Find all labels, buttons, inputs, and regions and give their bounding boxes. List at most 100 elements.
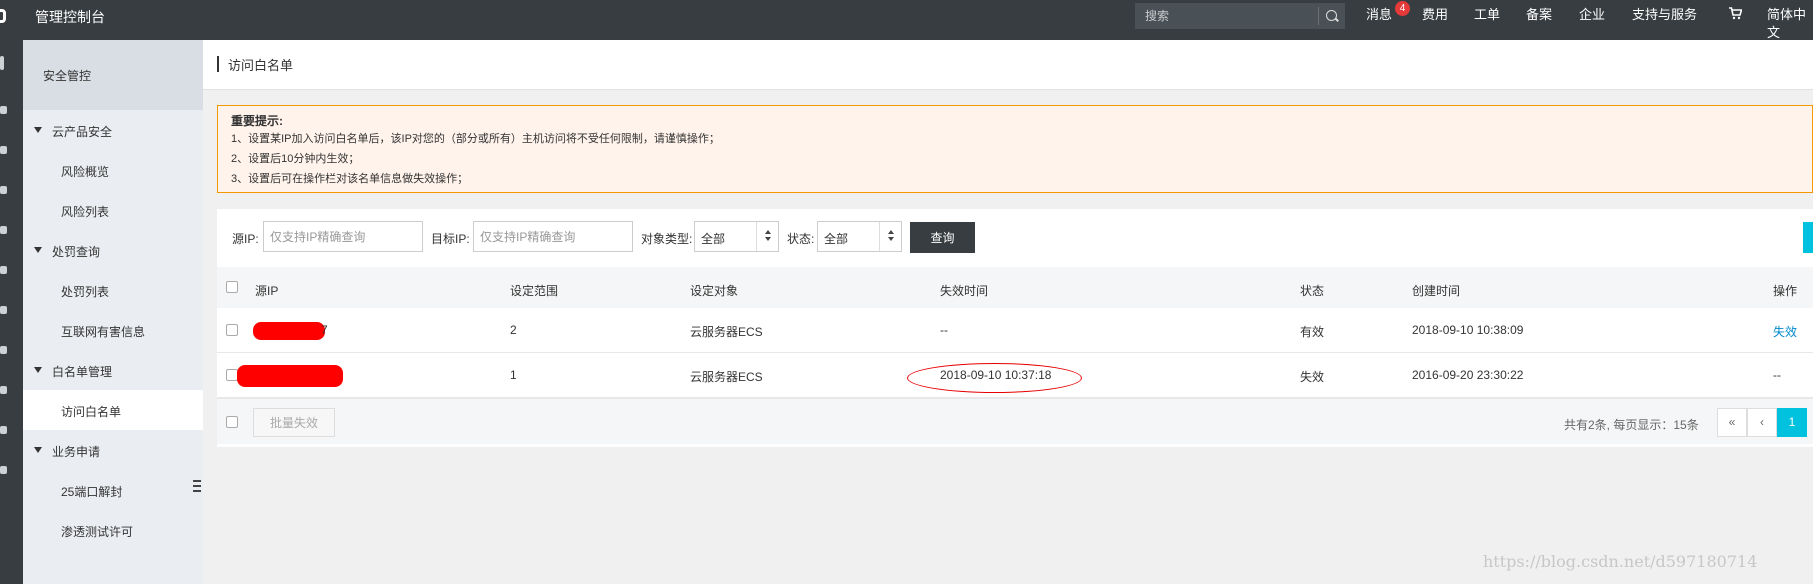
column-header[interactable]: 创建时间: [1412, 282, 1460, 299]
sidebar-item-label: 处罚列表: [61, 285, 110, 299]
sidebar-group-cloud-security[interactable]: 云产品安全: [23, 110, 203, 150]
nav-enterprise[interactable]: 企业: [1579, 6, 1605, 24]
sidebar-group-label: 云产品安全: [52, 125, 113, 139]
circle-icon[interactable]: [0, 466, 7, 474]
first-page-button[interactable]: «: [1717, 408, 1747, 437]
target-cell: 云服务器ECS: [690, 370, 763, 384]
cloud-icon[interactable]: [0, 186, 7, 194]
target-cell: 云服务器ECS: [690, 325, 763, 339]
query-button[interactable]: 查询: [910, 222, 975, 253]
notice-line: 3、设置后可在操作栏对该名单信息做失效操作；: [231, 173, 469, 185]
sidebar-item-access-whitelist[interactable]: 访问白名单: [23, 390, 203, 430]
caret-down-icon: [34, 247, 42, 253]
sidebar-item-label: 访问白名单: [61, 405, 122, 419]
sidebar-collapse-handle[interactable]: [190, 471, 203, 501]
select-value: 全部: [824, 232, 849, 246]
sidebar-item-risk-list[interactable]: 风险列表: [23, 190, 203, 230]
caret-down-icon: [34, 367, 42, 373]
watermark: https://blog.csdn.net/d597180714: [1483, 552, 1758, 571]
whitelist-panel: 源IP: 目标IP: 对象类型: 全部 状态: 全部 查询 源IP 设定范围 设…: [217, 209, 1813, 447]
sidebar-item-label: 互联网有害信息: [61, 325, 146, 339]
redaction-mark: [253, 322, 325, 340]
nav-support[interactable]: 支持与服务: [1632, 6, 1697, 24]
batch-invalidate-button: 批量失效: [253, 408, 335, 437]
target-ip-input[interactable]: [473, 221, 633, 252]
page-title: 访问白名单: [228, 58, 294, 73]
search-divider: [1318, 7, 1319, 25]
select-arrows-icon: [756, 222, 778, 251]
action-cell: --: [1773, 368, 1781, 382]
select-arrows-icon: [879, 222, 901, 251]
object-type-select[interactable]: 全部: [694, 221, 779, 252]
logo-icon[interactable]: [0, 9, 6, 23]
sidebar-group-whitelist[interactable]: 白名单管理: [23, 350, 203, 390]
sidebar-item-risk-overview[interactable]: 风险概览: [23, 150, 203, 190]
node-icon[interactable]: [0, 306, 7, 314]
top-nav-bar: 管理控制台 消息 4 费用 工单 备案 企业 支持与服务 简体中文: [0, 0, 1813, 40]
share-icon[interactable]: [0, 266, 7, 274]
circle-icon[interactable]: [0, 426, 7, 434]
globe-icon[interactable]: [0, 346, 7, 354]
expire-time-cell: --: [940, 323, 948, 337]
column-header[interactable]: 状态: [1300, 282, 1324, 299]
grid-icon[interactable]: [0, 106, 7, 114]
sidebar-group-penalty-query[interactable]: 处罚查询: [23, 230, 203, 270]
sidebar-item-port25-unblock[interactable]: 25端口解封: [23, 470, 203, 510]
target-ip-label: 目标IP:: [431, 232, 470, 246]
status-cell: 有效: [1300, 325, 1325, 339]
search-input[interactable]: [1135, 3, 1318, 29]
search-icon[interactable]: [1326, 10, 1337, 21]
footer-select-all-checkbox[interactable]: [226, 416, 238, 428]
menu-icon[interactable]: [0, 56, 4, 70]
sidebar-item-harmful-info[interactable]: 互联网有害信息: [23, 310, 203, 350]
status-label: 状态:: [787, 232, 815, 246]
scope-cell: 2: [510, 323, 517, 337]
dot-icon[interactable]: [0, 226, 7, 234]
created-time-cell: 2016-09-20 23:30:22: [1412, 368, 1524, 382]
prev-page-button[interactable]: ‹: [1747, 408, 1777, 437]
sidebar-item-label: 25端口解封: [61, 485, 123, 499]
status-select[interactable]: 全部: [817, 221, 902, 252]
caret-down-icon: [34, 127, 42, 133]
nav-language[interactable]: 简体中文: [1767, 6, 1813, 42]
nav-billing[interactable]: 费用: [1422, 6, 1448, 24]
global-search: [1135, 3, 1345, 29]
nav-tickets[interactable]: 工单: [1474, 6, 1500, 24]
message-count-badge: 4: [1395, 1, 1410, 16]
sidebar-item-penalty-list[interactable]: 处罚列表: [23, 270, 203, 310]
pagination-info: 共有2条, 每页显示：15条: [1564, 418, 1699, 432]
object-type-label: 对象类型:: [641, 232, 693, 246]
nav-messages[interactable]: 消息: [1366, 6, 1392, 24]
status-cell: 失效: [1300, 370, 1325, 384]
notice-line: 2、设置后10分钟内生效；: [231, 153, 360, 165]
column-header[interactable]: 设定范围: [510, 282, 558, 299]
created-time-cell: 2018-09-10 10:38:09: [1412, 323, 1524, 337]
column-header[interactable]: 设定对象: [690, 282, 738, 299]
nav-icp-filing[interactable]: 备案: [1526, 6, 1552, 24]
invalidate-link[interactable]: 失效: [1773, 323, 1797, 340]
column-header[interactable]: 源IP: [255, 282, 278, 299]
sidebar-item-label: 渗透测试许可: [61, 525, 134, 539]
scope-cell: 1: [510, 368, 517, 382]
sidebar-item-label: 风险列表: [61, 205, 110, 219]
source-ip-input[interactable]: [263, 221, 423, 252]
table-row: 7 2 云服务器ECS -- 有效 2018-09-10 10:38:09 失效: [217, 308, 1813, 353]
select-all-checkbox[interactable]: [226, 281, 238, 293]
column-header[interactable]: 失效时间: [940, 282, 988, 299]
sidebar-group-label: 业务申请: [52, 445, 101, 459]
product-icon-strip: [0, 40, 23, 584]
sidebar-item-pentest-permit[interactable]: 渗透测试许可: [23, 510, 203, 550]
console-title[interactable]: 管理控制台: [35, 7, 105, 27]
page-header: 访问白名单: [203, 40, 1813, 90]
sidebar-group-business-apply[interactable]: 业务申请: [23, 430, 203, 470]
source-ip-cell: 7: [321, 323, 328, 337]
sidebar-title: 安全管控: [43, 69, 92, 83]
table-footer: 批量失效 共有2条, 每页显示：15条 « ‹ 1: [217, 398, 1813, 444]
tool-icon[interactable]: [0, 146, 7, 154]
add-button-edge[interactable]: [1803, 222, 1813, 253]
sidebar-header: 安全管控: [23, 40, 203, 110]
gear-icon[interactable]: [0, 386, 7, 394]
cart-icon[interactable]: [1729, 7, 1742, 20]
page-1-button[interactable]: 1: [1777, 408, 1807, 437]
row-checkbox[interactable]: [226, 324, 238, 336]
